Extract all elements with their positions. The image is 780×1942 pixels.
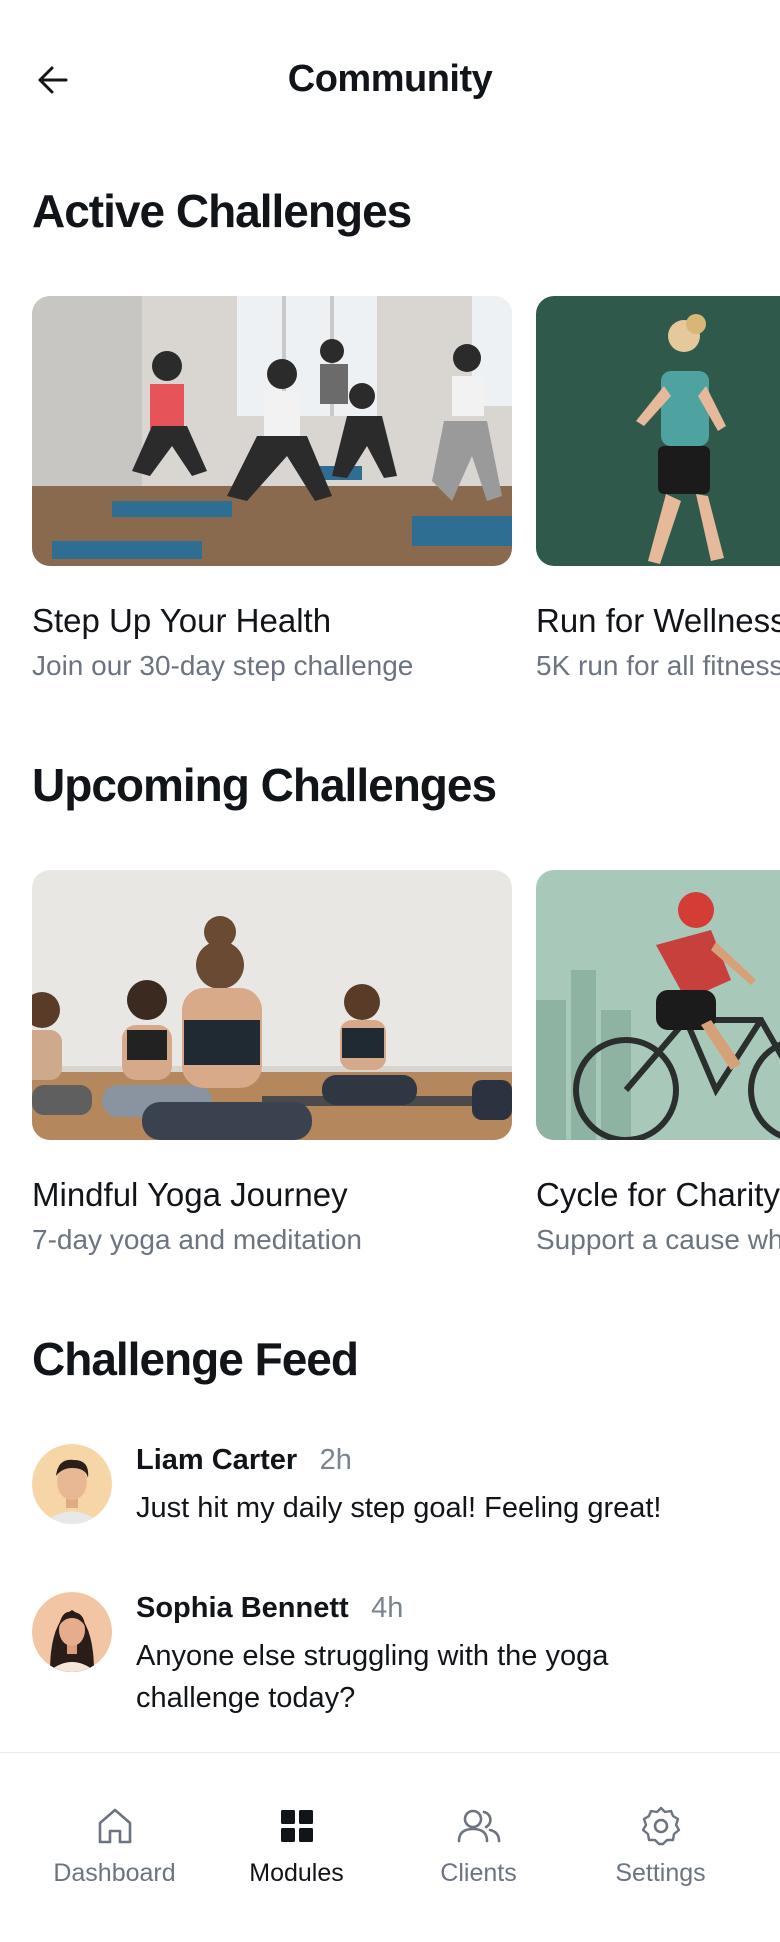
- feed-body: Sophia Bennett 4h Anyone else struggling…: [136, 1592, 736, 1719]
- feed-body: Liam Carter 2h Just hit my daily step go…: [136, 1444, 736, 1529]
- nav-item-modules[interactable]: Modules: [199, 1753, 394, 1903]
- challenge-subtitle: 5K run for all fitness levels: [536, 650, 780, 681]
- feed-message: Just hit my daily step goal! Feeling gre…: [136, 1492, 662, 1524]
- feed-author[interactable]: Sophia Bennett: [136, 1592, 349, 1624]
- feed-timestamp: 4h: [371, 1592, 404, 1624]
- challenge-feed-heading: Challenge Feed: [32, 1333, 359, 1385]
- nav-label: Clients: [440, 1859, 517, 1887]
- challenge-title: Mindful Yoga Journey: [32, 1176, 348, 1213]
- home-icon: [98, 1808, 131, 1844]
- challenge-image-run: [536, 296, 780, 566]
- challenge-subtitle: Support a cause while you ride: [536, 1224, 780, 1255]
- challenge-image-yoga: [32, 870, 512, 1140]
- challenge-image-cycle: [536, 870, 780, 1140]
- bottom-navigation: Dashboard Modules Clients Settings: [0, 1752, 780, 1942]
- active-challenges-carousel[interactable]: Step Up Your Health Join our 30-day step…: [32, 296, 780, 716]
- nav-label: Modules: [249, 1859, 344, 1887]
- challenge-title: Step Up Your Health: [32, 602, 332, 639]
- avatar[interactable]: [32, 1444, 112, 1524]
- nav-item-clients[interactable]: Clients: [381, 1753, 576, 1903]
- challenge-card-yoga[interactable]: Mindful Yoga Journey 7-day yoga and medi…: [32, 870, 512, 1256]
- nav-label: Dashboard: [53, 1859, 176, 1887]
- nav-label: Settings: [615, 1859, 706, 1887]
- challenge-card-cycle[interactable]: Cycle for Charity Support a cause while …: [536, 870, 780, 1256]
- nav-item-dashboard[interactable]: Dashboard: [17, 1753, 212, 1903]
- header: Community: [0, 0, 780, 160]
- feed-timestamp: 2h: [319, 1444, 352, 1476]
- challenge-subtitle: 7-day yoga and meditation: [32, 1224, 362, 1255]
- challenge-title: Run for Wellness: [536, 602, 780, 639]
- users-icon: [457, 1809, 500, 1843]
- upcoming-challenges-heading: Upcoming Challenges: [32, 759, 497, 811]
- challenge-card-run[interactable]: Run for Wellness 5K run for all fitness …: [536, 296, 780, 682]
- challenge-card-step-up[interactable]: Step Up Your Health Join our 30-day step…: [32, 296, 512, 682]
- active-challenges-heading: Active Challenges: [32, 185, 412, 237]
- feed-author[interactable]: Liam Carter: [136, 1444, 297, 1476]
- avatar[interactable]: [32, 1592, 112, 1672]
- challenge-image-step-up: [32, 296, 512, 566]
- nav-item-settings[interactable]: Settings: [563, 1753, 758, 1903]
- feed-message: Anyone else struggling with the yoga cha…: [136, 1640, 609, 1714]
- gear-icon: [641, 1806, 680, 1846]
- challenge-title: Cycle for Charity: [536, 1176, 780, 1213]
- page-title: Community: [287, 58, 493, 100]
- upcoming-challenges-carousel[interactable]: Mindful Yoga Journey 7-day yoga and medi…: [32, 870, 780, 1290]
- challenge-subtitle: Join our 30-day step challenge: [32, 650, 414, 681]
- grid-icon: [280, 1810, 313, 1842]
